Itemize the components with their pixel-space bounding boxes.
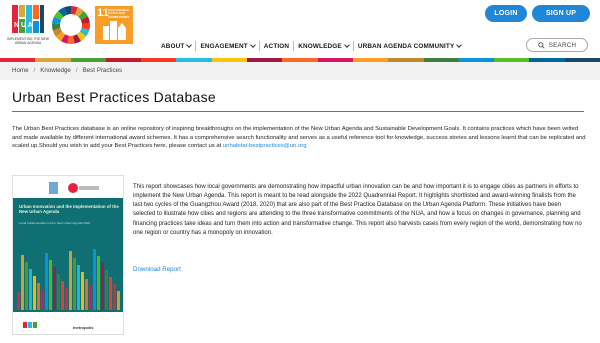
- cover-bar: [101, 263, 104, 310]
- breadcrumb-home[interactable]: Home: [12, 67, 29, 74]
- cover-bar: [109, 277, 112, 310]
- cover-bar: [93, 249, 96, 310]
- cover-publisher: metropolis: [73, 325, 94, 330]
- login-button[interactable]: LOGIN: [485, 5, 527, 22]
- chevron-down-icon: [456, 42, 463, 48]
- nav-divider: [195, 41, 197, 51]
- search-icon: [537, 41, 545, 49]
- cover-subtitle: Local Implementation of the New Urban Ag…: [19, 221, 91, 225]
- cover-bar: [97, 256, 100, 310]
- cover-bar: [25, 262, 28, 310]
- breadcrumb-separator: /: [75, 67, 78, 74]
- nav-divider: [352, 41, 354, 51]
- sdg-wheel-icon: [52, 6, 90, 44]
- cover-bar: [53, 267, 56, 310]
- contact-email-link[interactable]: unhabitat-bestpractices@un.org: [223, 143, 307, 149]
- city-icon: [103, 21, 126, 40]
- nav-action[interactable]: ACTION: [261, 43, 292, 50]
- cover-footer: [13, 312, 123, 334]
- nav-divider: [258, 41, 260, 51]
- nav-urban-agenda-community[interactable]: URBAN AGENDA COMMUNITY: [355, 42, 465, 50]
- cover-bar: [45, 253, 48, 310]
- cover-logos: [49, 182, 99, 194]
- cover-bar: [117, 291, 120, 310]
- site-header: N U A IMPLEMENTING THE NEW URBAN AGENDA …: [0, 0, 600, 62]
- main-nav: ABOUT ENGAGEMENT ACTION KNOWLEDGE URBAN …: [158, 39, 464, 53]
- chevron-down-icon: [249, 42, 256, 48]
- cover-bar: [85, 279, 88, 310]
- breadcrumb-separator: /: [33, 67, 36, 74]
- title-underline: [12, 111, 584, 112]
- sdg11-badge: 11 SUSTAINABLE CITIES AND COMMUNITIES: [95, 6, 133, 44]
- search-button[interactable]: SEARCH: [526, 38, 588, 52]
- cover-bar: [89, 286, 92, 310]
- cover-bar: [113, 284, 116, 310]
- nav-about[interactable]: ABOUT: [158, 42, 194, 50]
- cover-bar: [65, 288, 68, 310]
- cover-bar: [57, 274, 60, 310]
- report-description: This report showcases how local governme…: [133, 184, 582, 236]
- intro-paragraph: The Urban Best Practices database is an …: [12, 125, 588, 151]
- report-cover-image[interactable]: Urban Innovation and the Implementation …: [12, 175, 124, 335]
- chevron-down-icon: [186, 42, 193, 48]
- logo-caption: IMPLEMENTING THE NEW URBAN AGENDA: [7, 37, 49, 45]
- cover-bar: [21, 255, 24, 310]
- page-title: Urban Best Practices Database: [12, 89, 217, 105]
- svg-text:N U A: N U A: [14, 22, 33, 29]
- cover-bar: [69, 251, 72, 310]
- nav-divider: [293, 41, 295, 51]
- cover-bars-graphic: [17, 249, 120, 310]
- nav-engagement[interactable]: ENGAGEMENT: [197, 42, 257, 50]
- cover-band: [13, 198, 123, 312]
- cover-bar: [61, 281, 64, 310]
- cover-bar: [37, 283, 40, 310]
- cover-bar: [17, 292, 20, 310]
- cover-bar: [77, 265, 80, 310]
- cover-header: [13, 176, 123, 198]
- cover-bar: [73, 258, 76, 310]
- cover-bar: [49, 260, 52, 310]
- cover-footer-logo: [23, 322, 37, 328]
- cover-bar: [29, 269, 32, 310]
- cover-bar: [81, 272, 84, 310]
- breadcrumb-knowledge[interactable]: Knowledge: [40, 67, 71, 74]
- cover-bar: [105, 270, 108, 310]
- cover-title: Urban Innovation and the Implementation …: [19, 204, 119, 215]
- nav-knowledge[interactable]: KNOWLEDGE: [295, 42, 352, 50]
- chevron-down-icon: [343, 42, 350, 48]
- cover-bar: [33, 276, 36, 310]
- signup-button[interactable]: SIGN UP: [532, 5, 590, 22]
- cover-bar: [41, 290, 44, 310]
- breadcrumb: Home / Knowledge / Best Practices: [12, 67, 122, 74]
- breadcrumb-current: Best Practices: [82, 67, 123, 74]
- download-report-link[interactable]: Download Report: [133, 266, 181, 273]
- breadcrumb-bar: Home / Knowledge / Best Practices: [0, 62, 600, 80]
